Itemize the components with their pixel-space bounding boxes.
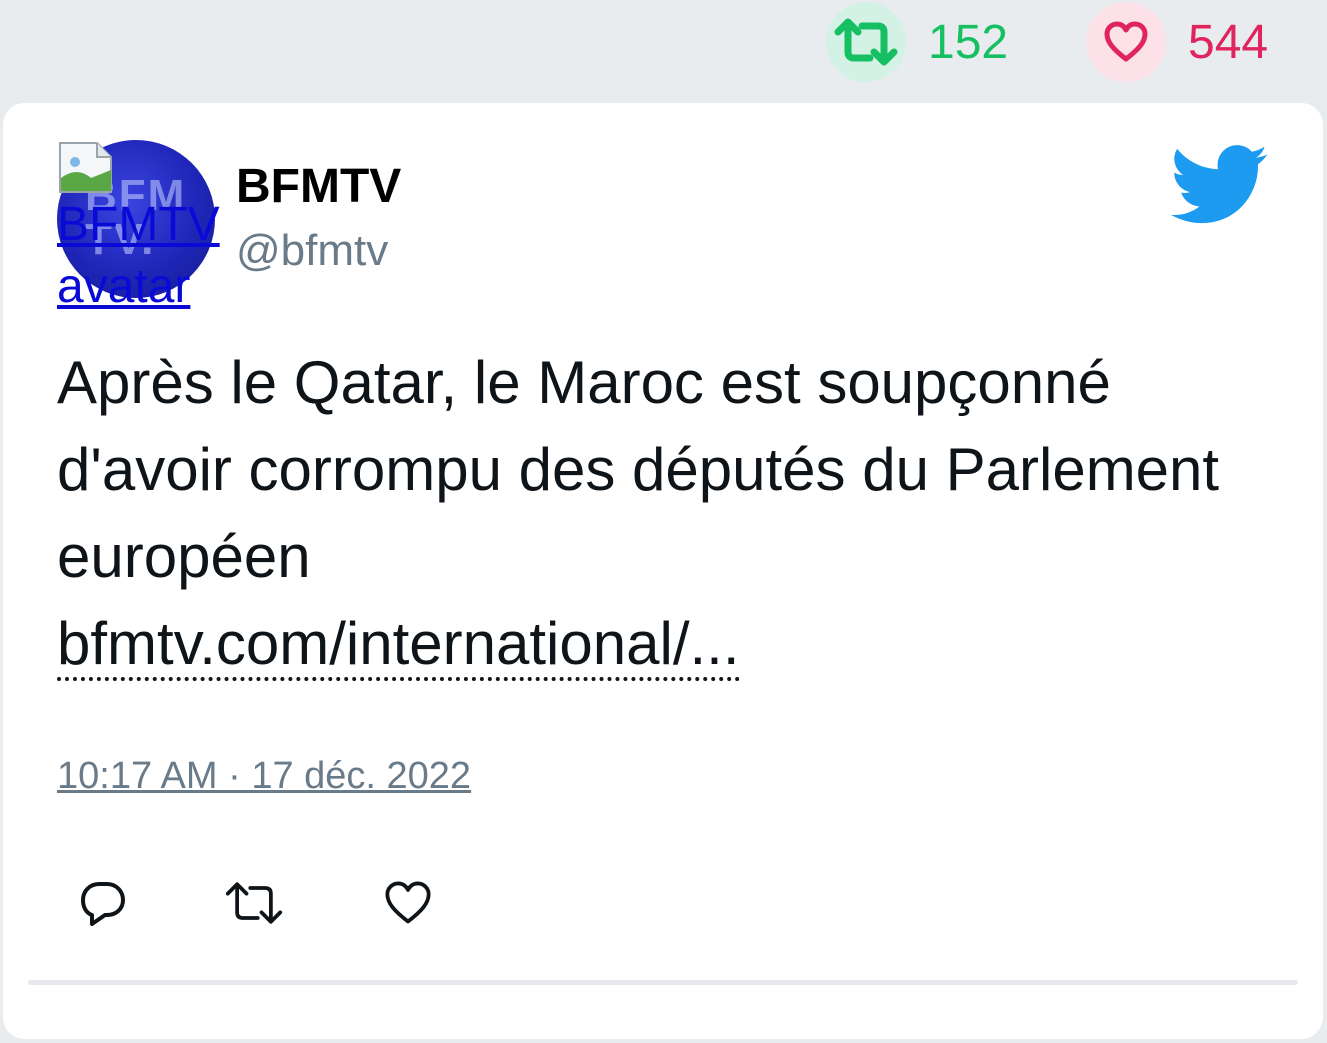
retweet-icon	[834, 18, 898, 66]
display-name[interactable]: BFMTV	[236, 159, 401, 214]
reply-icon	[81, 882, 125, 926]
tweet-timestamp[interactable]: 10:17 AM · 17 déc. 2022	[57, 755, 471, 798]
broken-image-icon	[59, 142, 112, 193]
retweet-stat-icon-bg	[826, 2, 906, 82]
avatar-alt-text[interactable]: BFMTV avatar	[57, 194, 257, 318]
twitter-bird-icon[interactable]	[1171, 145, 1269, 227]
retweet-count: 152	[928, 15, 1009, 69]
retweet-stat[interactable]: 152	[826, 0, 1008, 84]
user-handle[interactable]: @bfmtv	[236, 226, 388, 276]
tweet-card: BFM TV. BFMTV avatar BFMTV @bfmtv Après …	[3, 103, 1323, 1039]
divider	[28, 980, 1298, 985]
tweet-link[interactable]: bfmtv.com/international/...	[57, 610, 740, 681]
tweet-text: Après le Qatar, le Maroc est soupçonné d…	[57, 339, 1277, 687]
reply-button[interactable]	[73, 873, 133, 933]
like-button[interactable]	[378, 873, 438, 933]
like-count: 544	[1188, 15, 1269, 69]
engagement-stats: 152 544	[0, 0, 1327, 100]
heart-icon	[1104, 21, 1148, 62]
tweet-body: Après le Qatar, le Maroc est soupçonné d…	[57, 349, 1220, 590]
like-stat[interactable]: 544	[1086, 0, 1268, 84]
retweet-button[interactable]	[224, 873, 284, 933]
heart-icon	[385, 881, 431, 924]
like-stat-icon-bg	[1086, 2, 1166, 82]
retweet-icon	[225, 882, 283, 924]
avatar[interactable]: BFM TV. BFMTV avatar	[57, 140, 257, 320]
